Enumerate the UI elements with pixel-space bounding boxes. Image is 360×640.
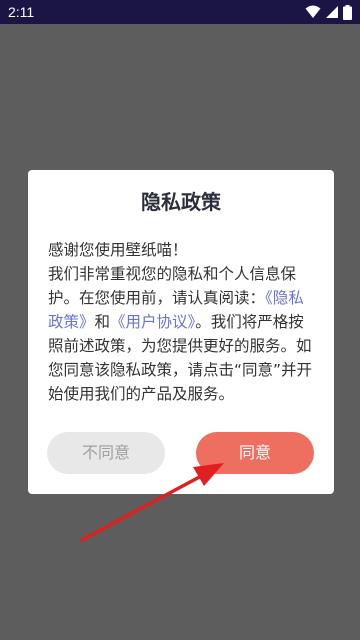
and-text: 和	[94, 313, 111, 331]
agree-button[interactable]: 同意	[196, 432, 314, 474]
status-bar: 2:11	[0, 0, 360, 24]
disagree-button[interactable]: 不同意	[47, 432, 165, 474]
dialog-title: 隐私政策	[141, 190, 221, 214]
policy-paragraph: 我们非常重视您的隐私和个人信息保护。在您使用前，请认真阅读：《隐私政策》和《用户…	[48, 262, 318, 406]
wifi-icon	[305, 5, 321, 19]
greeting-text: 感谢您使用壁纸喵！	[48, 241, 188, 259]
policy-text-part1: 我们非常重视您的隐私和个人信息保护。在您使用前，请认真阅读：	[48, 265, 297, 307]
status-time: 2:11	[8, 4, 35, 20]
status-icons	[305, 4, 352, 20]
battery-icon	[343, 4, 352, 20]
signal-icon	[325, 5, 339, 19]
dialog-body: 感谢您使用壁纸喵！ 我们非常重视您的隐私和个人信息保护。在您使用前，请认真阅读：…	[48, 238, 318, 406]
privacy-policy-dialog: 隐私政策 感谢您使用壁纸喵！ 我们非常重视您的隐私和个人信息保护。在您使用前，请…	[28, 170, 334, 494]
user-agreement-link[interactable]: 《用户协议》	[110, 313, 195, 331]
